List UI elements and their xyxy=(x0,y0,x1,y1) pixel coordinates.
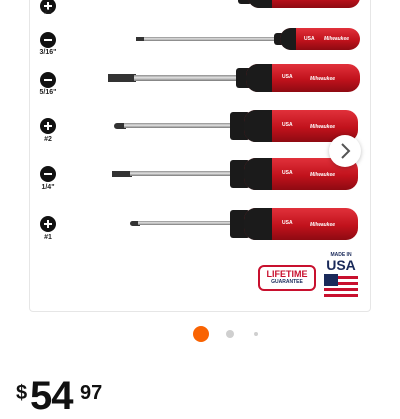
price-cents: 97 xyxy=(80,382,103,404)
screwdriver-image: USA Milwaukee xyxy=(112,156,358,192)
slotted-tip-icon xyxy=(40,72,56,88)
phillips-tip-icon xyxy=(40,118,56,134)
tip-size-label: #2 xyxy=(44,136,52,143)
tip-size-label: 1/4" xyxy=(41,184,55,191)
screwdriver-image: USA Milwaukee xyxy=(136,28,360,54)
screwdriver-image: USA Milwaukee xyxy=(108,0,360,24)
pagination-dot[interactable] xyxy=(226,330,234,338)
slotted-tip-icon xyxy=(40,32,56,48)
tip-size-label: 5/16" xyxy=(39,89,57,96)
pagination-dot[interactable] xyxy=(254,332,258,336)
screwdriver-row-1: #3 USA Milwaukee xyxy=(0,0,400,24)
lifetime-guarantee-badge: LIFETIME GUARANTEE xyxy=(258,265,316,291)
screwdriver-row-6: #1 USA Milwaukee xyxy=(0,206,400,246)
phillips-tip-icon xyxy=(40,216,56,232)
chevron-right-icon xyxy=(341,143,351,159)
next-image-button[interactable] xyxy=(329,135,361,167)
tip-size-label: #1 xyxy=(44,234,52,241)
tip-size-label: 3/16" xyxy=(39,49,57,56)
screwdriver-row-3: 5/16" USA Milwaukee xyxy=(0,62,400,102)
screwdriver-image: USA Milwaukee xyxy=(114,108,358,144)
usa-flag-icon xyxy=(324,274,358,300)
price-dollars: 54 xyxy=(30,374,73,418)
price-currency: $ xyxy=(16,382,28,404)
made-in-usa-badge: MADE IN USA xyxy=(322,252,360,302)
tip-size-label: #3 xyxy=(44,9,52,16)
screwdriver-image: USA Milwaukee xyxy=(108,64,360,94)
screwdriver-image: USA Milwaukee xyxy=(130,206,358,242)
screwdriver-row-2: 3/16" USA Milwaukee xyxy=(0,22,400,62)
pagination-dot-active[interactable] xyxy=(193,326,209,342)
carousel-pagination xyxy=(0,326,400,342)
slotted-tip-icon xyxy=(40,166,56,182)
